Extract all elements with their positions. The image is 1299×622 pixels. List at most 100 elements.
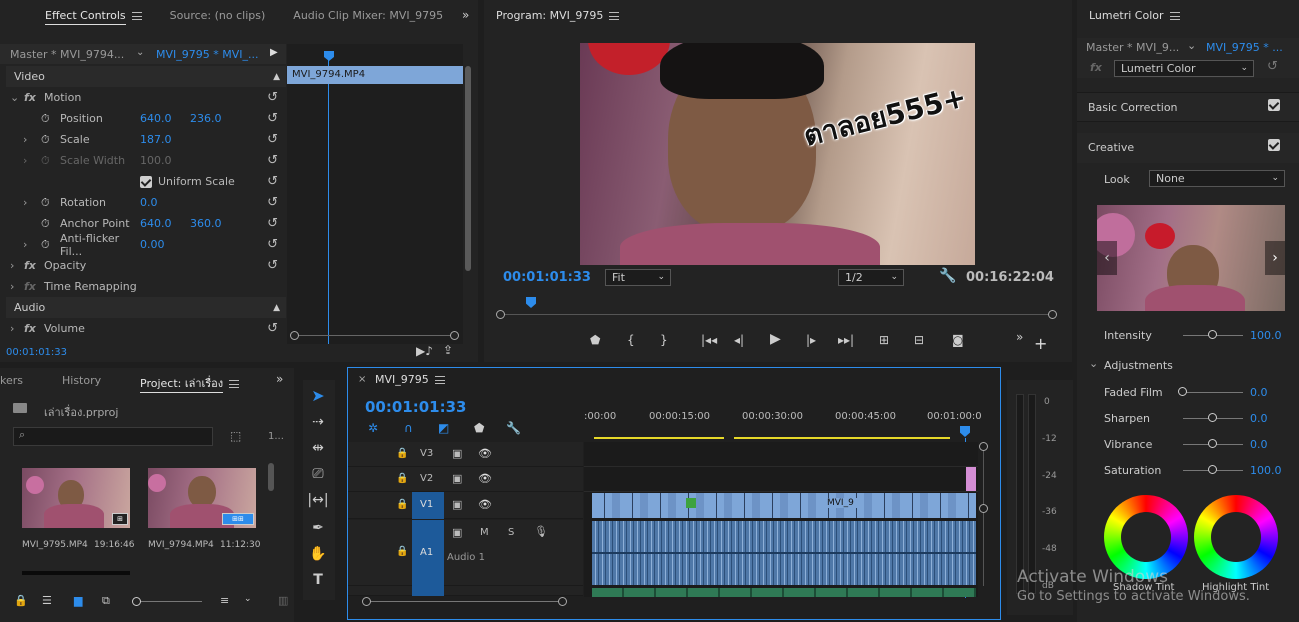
zoom-slider[interactable] xyxy=(134,601,202,602)
ec-zoom-scrollbar[interactable] xyxy=(290,331,460,341)
lock-icon[interactable]: 🔒 xyxy=(14,594,28,607)
ripple-edit-tool[interactable]: ⇹ xyxy=(303,440,333,456)
solo-button[interactable]: S xyxy=(508,527,514,538)
next-look-icon[interactable]: › xyxy=(1265,241,1285,275)
step-forward-icon[interactable]: |▸ xyxy=(806,333,816,347)
stopwatch-icon[interactable]: ⏱ xyxy=(41,238,60,252)
reset-icon[interactable]: ↺ xyxy=(267,111,278,126)
lift-icon[interactable]: ⊞ xyxy=(879,333,889,347)
add-marker-icon[interactable]: ⬟ xyxy=(590,333,600,347)
sequence-clip-label[interactable]: MVI_9795 * MVI_... xyxy=(156,48,259,61)
time-remapping-row[interactable]: › fx Time Remapping xyxy=(6,276,286,297)
automate-icon[interactable]: ▥ xyxy=(278,594,288,607)
play-icon[interactable]: ▶ xyxy=(770,331,781,347)
fit-dropdown[interactable]: Fit ⌄ xyxy=(605,269,671,286)
project-scrollbar[interactable] xyxy=(268,463,274,491)
mark-out-icon[interactable]: } xyxy=(660,333,668,347)
intensity-slider-knob[interactable] xyxy=(1208,330,1217,339)
expand-chevron-icon[interactable]: › xyxy=(6,280,24,293)
basic-correction-checkbox[interactable] xyxy=(1268,99,1280,111)
expand-chevron-icon[interactable]: ⌄ xyxy=(1089,357,1098,370)
opacity-row[interactable]: › fx Opacity ↺ xyxy=(6,255,286,276)
expand-chevron-icon[interactable]: › xyxy=(6,154,41,167)
icon-view-icon[interactable]: ▆ xyxy=(74,594,82,607)
camera-icon[interactable]: ◙ xyxy=(952,333,964,347)
panel-menu-icon[interactable] xyxy=(131,11,142,20)
play-audio-icon[interactable]: ▶♪ xyxy=(416,344,433,358)
reset-icon[interactable]: ↺ xyxy=(267,216,278,231)
razor-tool[interactable]: ⎚ xyxy=(303,466,333,482)
linked-selection-icon[interactable]: ◩ xyxy=(438,421,449,435)
collapse-up-icon[interactable]: ▲ xyxy=(273,72,280,82)
stopwatch-icon[interactable]: ⏱ xyxy=(41,196,60,210)
program-playhead[interactable] xyxy=(526,297,536,308)
graphic-clip[interactable] xyxy=(966,467,976,491)
sort-icon[interactable]: ≡ xyxy=(220,594,229,607)
lock-icon[interactable]: 🔒 xyxy=(396,546,408,557)
timeline-ruler[interactable]: :00:00 00:00:15:00 00:00:30:00 00:00:45:… xyxy=(584,408,984,440)
scroll-handle-right[interactable] xyxy=(450,331,459,340)
sharpen-value[interactable]: 0.0 xyxy=(1250,412,1268,425)
extract-icon[interactable]: ⊟ xyxy=(914,333,924,347)
panel-menu-icon[interactable] xyxy=(434,376,445,384)
v1-lane[interactable]: MVI_9 xyxy=(592,493,976,518)
pen-tool[interactable]: ✒ xyxy=(303,520,333,536)
mute-button[interactable]: M xyxy=(480,527,489,538)
rotation-value[interactable]: 0.0 xyxy=(140,196,158,209)
adjustments-label[interactable]: Adjustments xyxy=(1104,359,1173,372)
go-to-in-icon[interactable]: |◂◂ xyxy=(701,333,717,347)
play-icon[interactable]: ▶ xyxy=(270,47,278,58)
tab-effect-controls[interactable]: Effect Controls xyxy=(0,8,156,25)
slip-tool[interactable]: |↔| xyxy=(303,492,333,508)
program-scrub-bar[interactable] xyxy=(496,297,1057,323)
track-label-a1[interactable]: A1 xyxy=(420,547,433,558)
faded-film-slider-knob[interactable] xyxy=(1178,387,1187,396)
lumetri-title[interactable]: Lumetri Color xyxy=(1089,9,1180,22)
creative-checkbox[interactable] xyxy=(1268,139,1280,151)
reset-icon[interactable]: ↺ xyxy=(267,321,278,336)
tab-history[interactable]: History xyxy=(62,374,101,387)
sync-lock-icon[interactable]: ▣ xyxy=(452,526,462,539)
reset-icon[interactable]: ↺ xyxy=(267,195,278,210)
panel-menu-icon[interactable] xyxy=(609,12,620,20)
basic-correction-section[interactable]: Basic Correction xyxy=(1077,92,1299,122)
lumetri-sequence-label[interactable]: MVI_9795 * ... xyxy=(1206,41,1283,54)
tab-project[interactable]: Project: เล่าเรื่อง xyxy=(140,374,240,393)
expand-chevron-icon[interactable]: › xyxy=(6,196,41,209)
saturation-value[interactable]: 100.0 xyxy=(1250,464,1282,477)
panel-menu-icon[interactable] xyxy=(1169,12,1180,20)
track-label-v2[interactable]: V2 xyxy=(420,473,433,484)
project-clip-item[interactable]: ⊞ MVI_9795.MP4 19:16:46 xyxy=(22,468,134,554)
sync-lock-icon[interactable]: ▣ xyxy=(452,472,462,485)
wrench-icon[interactable]: 🔧 xyxy=(939,268,956,284)
add-button-icon[interactable]: + xyxy=(1034,334,1047,353)
chevron-down-icon[interactable]: ⌄ xyxy=(244,594,252,604)
uniform-scale-checkbox[interactable] xyxy=(140,175,152,188)
eye-icon[interactable]: 👁 xyxy=(478,472,492,485)
close-icon[interactable]: × xyxy=(358,374,366,385)
zoom-slider-knob[interactable] xyxy=(132,597,141,606)
go-to-out-icon[interactable]: ▸▸| xyxy=(838,333,854,347)
expand-chevron-icon[interactable]: › xyxy=(6,259,24,272)
scroll-handle-right[interactable] xyxy=(558,597,567,606)
type-tool[interactable]: T xyxy=(303,572,333,588)
vibrance-slider-knob[interactable] xyxy=(1208,439,1217,448)
track-select-tool[interactable]: ⇢ xyxy=(303,414,333,430)
program-timecode[interactable]: 00:01:01:33 xyxy=(503,270,591,285)
reset-icon[interactable]: ↺ xyxy=(267,237,278,252)
mark-in-icon[interactable]: { xyxy=(627,333,635,347)
antiflicker-value[interactable]: 0.00 xyxy=(140,238,165,251)
lumetri-master-label[interactable]: Master * MVI_9... xyxy=(1086,41,1179,54)
selection-tool[interactable]: ➤ xyxy=(303,386,333,405)
scroll-handle-left[interactable] xyxy=(290,331,299,340)
project-search-input[interactable]: ⌕ xyxy=(13,427,213,446)
sync-lock-icon[interactable]: ▣ xyxy=(452,447,462,460)
expand-chevron-icon[interactable]: › xyxy=(6,238,41,251)
lumetri-fx-dropdown[interactable]: Lumetri Color ⌄ xyxy=(1114,60,1254,77)
timeline-playhead[interactable] xyxy=(960,426,970,437)
volume-row[interactable]: › fx Volume ↺ xyxy=(6,318,286,339)
ec-mini-timeline[interactable]: MVI_9794.MP4 xyxy=(287,44,463,344)
look-dropdown[interactable]: None ⌄ xyxy=(1149,170,1285,187)
eye-icon[interactable]: 👁 xyxy=(478,447,492,460)
new-bin-search-icon[interactable]: ⬚ xyxy=(230,429,241,443)
